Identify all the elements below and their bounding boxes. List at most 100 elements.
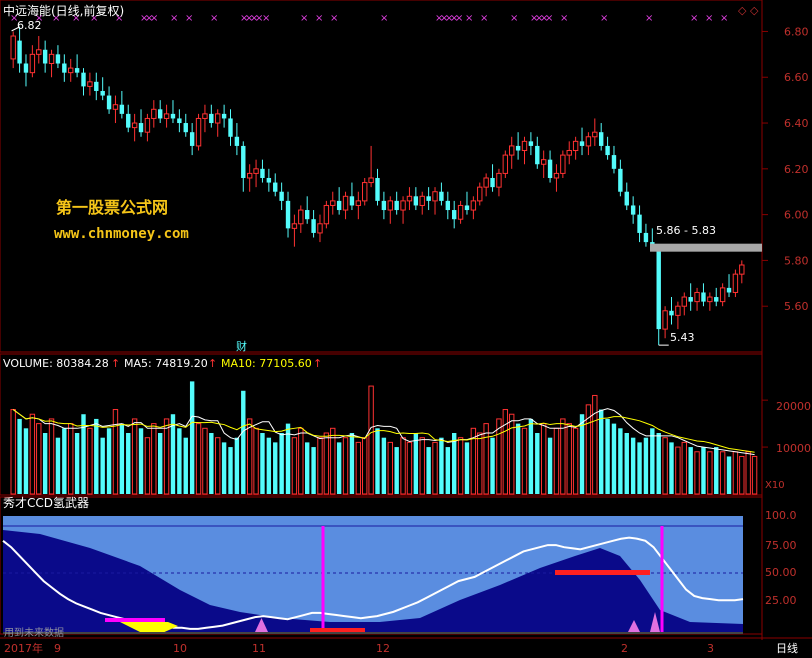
volume-bar-down [535,433,540,494]
high-price-label: 6.82 [17,19,42,32]
volume-bar-down [394,447,399,494]
volume-bar-down [630,437,636,494]
candle-body-down [528,141,534,146]
volume-bar-up [387,441,393,495]
candle-body-down [157,109,163,119]
volume-bar-down [119,423,125,494]
volume-bar-up [572,427,579,495]
candle-body-down [426,196,431,201]
candle-body-down [234,136,240,146]
candle-body-up [400,200,406,211]
time-label-2: 2 [621,642,628,655]
volume-bar-down [547,437,553,494]
time-label-9: 9 [54,642,61,655]
candle-body-down [100,90,105,96]
candle-body-down [17,40,22,64]
candle-body-down [285,200,291,229]
candle-body-down [547,159,553,178]
candle-body-up [566,150,572,156]
volume-bar-up [253,427,259,495]
candle-body-down [209,113,214,124]
ma5-label: MA5: 74819.20 [124,357,208,370]
volume-bar-down [209,433,214,494]
volume-bar-down [656,433,661,494]
volume-bar-down [100,437,105,494]
volume-bar-up [29,413,36,495]
ccd-axis-50: 50.00 [765,566,797,579]
candle-body-up [131,122,138,129]
volume-bar-up [662,437,668,495]
candle-body-down [119,104,125,114]
signal-x-marker: × [455,13,463,24]
volume-bar-down [336,442,342,494]
candle-body-down [637,214,642,233]
signal-x-marker: × [210,13,218,24]
candle-body-up [215,113,221,124]
volume-bar-down [17,418,22,494]
candle-body-up [694,291,700,303]
ccd-axis-25: 25.00 [765,594,797,607]
candle-body-up [585,136,592,147]
volume-bar-up [10,409,16,495]
volume-bar-up [151,423,157,495]
candle-body-up [502,154,509,174]
candle-body-up [36,49,42,55]
signal-x-marker: × [645,13,653,24]
candle-body-up [572,140,579,152]
candle-body-up [662,310,668,330]
volume-bar-down [637,442,642,494]
candle-body-up [253,168,259,174]
candle-body-down [170,113,176,119]
candle-body-down [23,63,29,73]
volume-bar-down [138,428,144,494]
volume-bar-up [362,437,368,495]
price-axis-label: 6.60 [784,71,809,84]
volume-bar-up [732,451,739,495]
volume-bar-up [681,441,687,495]
volume-bar-up [745,451,751,495]
candle-body-down [445,200,451,211]
volume-bar-up [298,427,304,495]
volume-bars [10,381,768,495]
candle-body-down [304,210,310,220]
candle-body-up [675,305,681,316]
candle-body-up [246,172,253,179]
volume-bar-up [246,418,253,495]
candle-body-up [732,273,739,293]
volume-bar-up [368,385,374,495]
candle-body-up [509,145,515,156]
signal-x-marker: × [690,13,698,24]
price-axis-label: 6.40 [784,117,809,130]
volume-bar-down [260,433,265,494]
signal-x-marker: × [300,13,308,24]
candle-body-down [630,205,636,215]
signal-x-marker: × [465,13,473,24]
diamond-icon[interactable]: ◇ [738,4,747,17]
volume-bar-up [751,455,758,495]
volume-bar-down [528,418,534,494]
candle-body-up [151,108,157,119]
candle-body-down [177,118,182,124]
candle-body-down [81,72,86,87]
volume-bar-up [521,427,528,495]
volume-bar-down [375,428,380,494]
candle-body-down [241,145,246,178]
volume-bar-up [48,418,55,495]
volume-bar-up [560,418,566,495]
volume-bar-down [126,433,131,494]
period-label[interactable]: 日线 [776,641,798,655]
diamond-icon-2[interactable]: ◇ [750,4,759,17]
candle-body-down [138,123,144,133]
time-axis: 2017年 9 10 11 12 2 3 日线 [4,641,798,655]
candle-body-down [42,49,48,64]
candle-body-down [336,200,342,211]
volume-bar-down [183,437,188,494]
volume-bar-down [177,428,182,494]
finance-marker[interactable]: 财 [236,339,247,353]
candle-body-up [368,177,374,184]
ccd-red-strip [555,570,650,575]
candle-body-up [406,195,413,202]
candle-body-down [260,168,265,178]
candle-body-down [535,145,540,165]
volume-bar-up [477,432,483,495]
